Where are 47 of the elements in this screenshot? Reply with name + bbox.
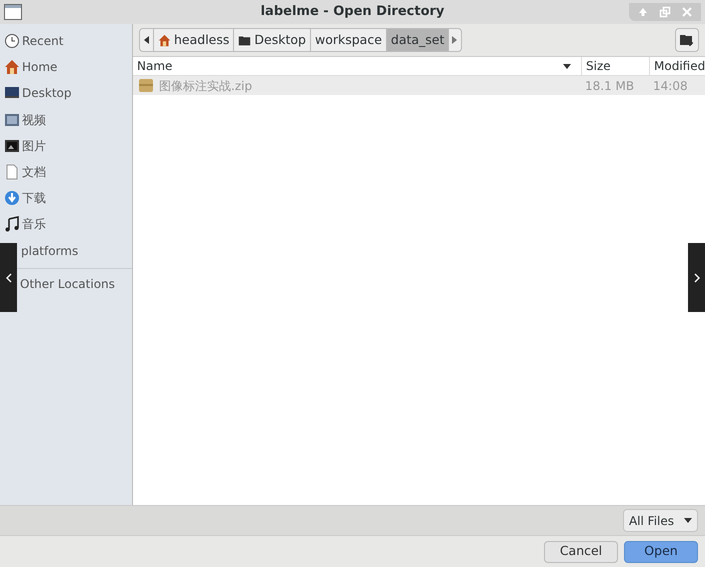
new-folder-button[interactable] [675, 28, 699, 52]
path-button[interactable]: data_set [386, 29, 450, 51]
next-button[interactable] [688, 243, 705, 312]
column-header[interactable]: Modified [649, 57, 705, 75]
chevron-left-icon [6, 272, 12, 282]
download-icon [4, 190, 20, 206]
dropdown-arrow-icon [684, 518, 692, 523]
sidebar-item[interactable]: 下载 [0, 185, 132, 212]
film-icon [4, 112, 20, 128]
image-icon [4, 138, 20, 154]
sidebar-item[interactable]: Desktop [0, 80, 132, 107]
previous-button[interactable] [0, 243, 17, 312]
cancel-button[interactable]: Cancel [544, 540, 618, 562]
file-name: 图像标注实战.zip [159, 78, 252, 94]
sidebar-item[interactable]: Other Locations [18, 270, 132, 297]
sidebar-item[interactable]: platforms [18, 238, 132, 264]
clock-icon [4, 33, 20, 50]
house-icon [4, 59, 20, 76]
house-icon [158, 34, 171, 46]
sidebar-item[interactable]: 音乐 [0, 211, 132, 238]
open-button[interactable]: Open [624, 540, 698, 562]
archive-icon [139, 79, 153, 92]
sidebar-item[interactable]: Recent [0, 28, 132, 54]
folder-icon [238, 34, 252, 46]
sidebar-item[interactable]: 文档 [0, 158, 132, 186]
folder-plus-icon [680, 34, 694, 46]
close-icon[interactable] [681, 6, 693, 18]
sidebar-item[interactable]: Home [0, 54, 132, 80]
document-icon [4, 164, 20, 180]
restore-icon[interactable] [659, 6, 671, 18]
path-button[interactable]: Desktop [234, 29, 311, 51]
sidebar-item[interactable]: 视频 [0, 106, 132, 133]
file-size: 18.1 MB [584, 78, 636, 94]
music-note-icon [4, 216, 20, 232]
file-modified: 14:08 [652, 78, 689, 94]
column-header[interactable]: Name [133, 57, 581, 75]
right-arrow-icon [452, 36, 458, 44]
left-arrow-icon [144, 36, 150, 44]
window-title: labelme - Open Directory [260, 3, 444, 22]
file-filter-dropdown[interactable]: All Files [622, 509, 698, 532]
sidebar-item[interactable]: 图片 [0, 132, 132, 159]
chevron-right-icon [694, 272, 700, 282]
column-header[interactable]: Size [581, 57, 649, 75]
window-icon [4, 4, 22, 20]
sort-arrow-icon [563, 64, 571, 68]
up-arrow-icon[interactable] [637, 6, 649, 18]
path-button[interactable]: headless [154, 29, 234, 51]
